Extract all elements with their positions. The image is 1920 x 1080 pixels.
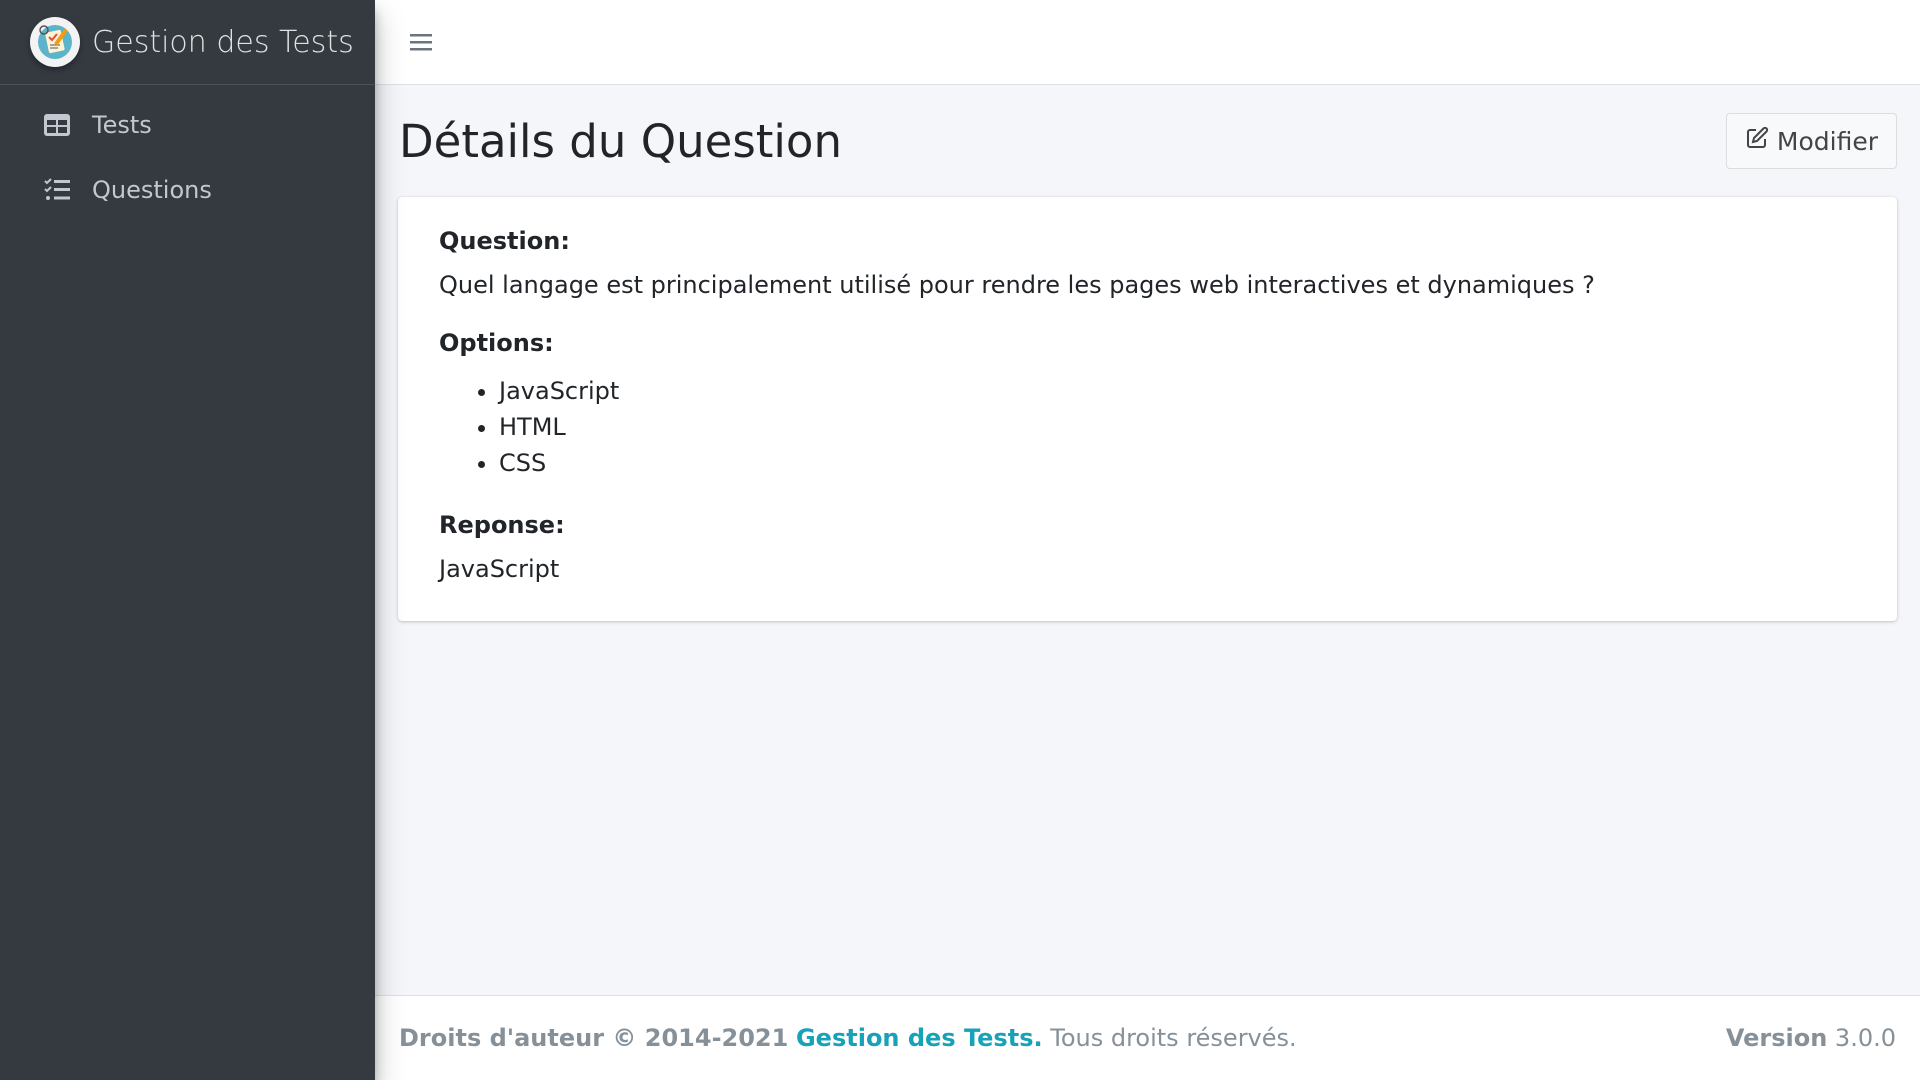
answer-label: Reponse: xyxy=(439,511,565,539)
footer: Droits d'auteur © 2014-2021 Gestion des … xyxy=(375,995,1920,1080)
sidebar-item-label: Tests xyxy=(92,111,152,139)
answer-text: JavaScript xyxy=(439,555,560,583)
hamburger-icon[interactable] xyxy=(405,26,437,58)
options-list: JavaScript HTML CSS xyxy=(499,373,1856,481)
footer-copyright: Droits d'auteur © 2014-2021 Gestion des … xyxy=(399,1024,1297,1052)
rights-text: Tous droits réservés. xyxy=(1050,1024,1297,1052)
content-header: Détails du Question Modifier xyxy=(398,85,1897,197)
brand-link[interactable]: Gestion des Tests xyxy=(0,0,375,85)
question-label: Question: xyxy=(439,227,570,255)
version-number: 3.0.0 xyxy=(1834,1024,1896,1052)
list-item: JavaScript xyxy=(499,373,1856,409)
edit-button[interactable]: Modifier xyxy=(1725,113,1897,169)
copyright-prefix: Droits d'auteur © 2014-2021 xyxy=(399,1024,789,1052)
footer-brand-link[interactable]: Gestion des Tests. xyxy=(796,1024,1043,1052)
sidebar-item-label: Questions xyxy=(92,176,212,204)
question-details-card: Question: Quel langage est principalemen… xyxy=(398,197,1897,621)
sidebar: Gestion des Tests Tests Questions xyxy=(0,0,375,1080)
top-navbar xyxy=(375,0,1920,85)
edit-button-label: Modifier xyxy=(1776,126,1878,156)
sidebar-item-tests[interactable]: Tests xyxy=(10,95,365,155)
edit-icon xyxy=(1745,126,1769,156)
options-label: Options: xyxy=(439,329,554,357)
list-item: HTML xyxy=(499,409,1856,445)
sidebar-item-questions[interactable]: Questions xyxy=(10,160,365,220)
main-content: Détails du Question Modifier Question: Q… xyxy=(375,85,1920,995)
test-app-logo-icon xyxy=(30,17,80,67)
question-text: Quel langage est principalement utilisé … xyxy=(439,271,1595,299)
table-icon xyxy=(42,110,72,140)
page-title: Détails du Question xyxy=(399,114,842,168)
brand-name: Gestion des Tests xyxy=(92,24,354,60)
version-label: Version xyxy=(1725,1024,1828,1052)
footer-version: Version 3.0.0 xyxy=(1726,1024,1896,1052)
sidebar-nav: Tests Questions xyxy=(0,85,375,220)
list-item: CSS xyxy=(499,445,1856,481)
list-check-icon xyxy=(42,175,72,205)
